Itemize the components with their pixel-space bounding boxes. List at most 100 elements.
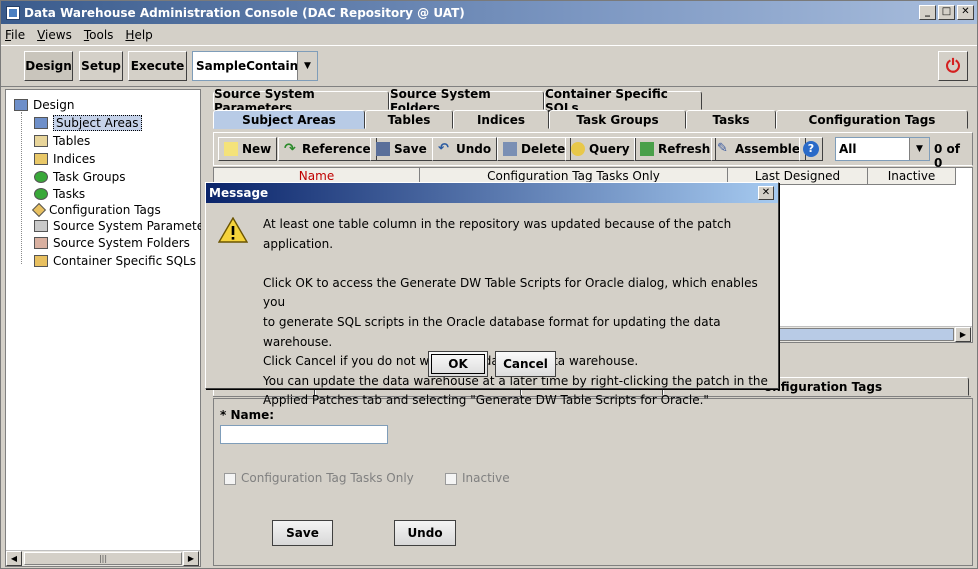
main-toolbar: Design Setup Execute SampleContainer ▼ ⏻ xyxy=(1,45,977,87)
menu-help[interactable]: Help xyxy=(125,28,152,42)
column-header-inactive[interactable]: Inactive xyxy=(868,168,956,185)
checkbox-icon xyxy=(445,472,457,485)
delete-button[interactable]: Delete xyxy=(497,137,572,161)
tree-item-source-system-parameters[interactable]: Source System Parameters xyxy=(34,217,215,234)
disk-icon xyxy=(376,142,390,156)
tab-task-groups[interactable]: Task Groups xyxy=(549,110,686,129)
scroll-right-icon[interactable]: ▶ xyxy=(183,551,199,566)
message-line xyxy=(263,254,773,274)
menu-file[interactable]: File xyxy=(5,28,25,42)
tag-icon xyxy=(31,202,47,217)
grid-horizontal-scrollbar[interactable]: ▶ xyxy=(774,326,972,342)
tab-tables[interactable]: Tables xyxy=(365,110,453,129)
dialog-title: Message xyxy=(206,183,778,203)
tree-item-task-groups[interactable]: Task Groups xyxy=(34,168,126,185)
menu-bar: File Views Tools Help xyxy=(1,24,977,45)
tab-row-top: Source System Parameters Source System F… xyxy=(213,87,702,115)
tree-item-indices[interactable]: Indices xyxy=(34,150,95,167)
dialog-message: At least one table column in the reposit… xyxy=(263,215,773,411)
wrench-icon: ✎ xyxy=(717,141,728,156)
tree-root[interactable]: Design xyxy=(14,96,74,113)
close-button[interactable]: ✕ xyxy=(957,5,974,20)
tree-item-subject-areas[interactable]: Subject Areas xyxy=(34,114,142,131)
refresh-button[interactable]: Refresh xyxy=(634,137,717,161)
table-icon xyxy=(34,134,48,147)
chevron-down-icon[interactable]: ▼ xyxy=(297,52,317,80)
scroll-thumb[interactable]: ||| xyxy=(24,552,182,565)
scroll-thumb[interactable] xyxy=(774,328,954,341)
scroll-left-icon[interactable]: ◀ xyxy=(6,551,22,566)
message-dialog: Message ✕ At least one table column in t… xyxy=(205,182,779,407)
tree-horizontal-scrollbar[interactable]: ◀ ||| ▶ xyxy=(6,550,200,566)
help-icon: ? xyxy=(803,141,819,157)
folder-icon xyxy=(34,236,48,249)
message-line: to generate SQL scripts in the Oracle da… xyxy=(263,314,721,349)
gear-icon xyxy=(34,170,48,183)
gear-icon xyxy=(34,187,48,200)
maximize-button[interactable]: □ xyxy=(938,5,955,20)
tab-subject-areas[interactable]: Subject Areas xyxy=(213,110,365,129)
app-icon xyxy=(6,5,20,20)
window-title: Data Warehouse Administration Console (D… xyxy=(24,5,465,20)
warning-icon xyxy=(218,217,248,243)
setup-button[interactable]: Setup xyxy=(79,51,123,81)
undo-icon: ↶ xyxy=(438,141,449,156)
grid-icon xyxy=(14,98,28,111)
tab-configuration-tags[interactable]: Configuration Tags xyxy=(776,110,968,129)
detail-form: * Name: Configuration Tag Tasks Only Ina… xyxy=(213,398,973,566)
tab-indices[interactable]: Indices xyxy=(453,110,549,129)
checkbox-icon xyxy=(224,472,236,485)
tree-item-configuration-tags[interactable]: Configuration Tags xyxy=(31,201,161,218)
detail-save-button[interactable]: Save xyxy=(272,520,333,546)
trash-icon xyxy=(503,142,517,156)
filter-value: All xyxy=(839,142,857,156)
sql-icon xyxy=(34,254,48,267)
save-toolbar-button[interactable]: Save xyxy=(370,137,433,161)
tree-item-source-system-folders[interactable]: Source System Folders xyxy=(34,234,190,251)
dialog-close-button[interactable]: ✕ xyxy=(758,186,774,200)
tree-item-container-specific-sqls[interactable]: Container Specific SQLs xyxy=(34,252,196,269)
chevron-down-icon[interactable]: ▼ xyxy=(909,138,929,160)
new-icon xyxy=(224,142,238,156)
container-select[interactable]: SampleContainer ▼ xyxy=(192,51,318,81)
name-input[interactable] xyxy=(220,425,388,444)
index-icon xyxy=(34,152,48,165)
cancel-button[interactable]: Cancel xyxy=(495,351,556,377)
menu-views[interactable]: Views xyxy=(37,28,72,42)
query-button[interactable]: Query xyxy=(565,137,636,161)
tab-source-system-folders[interactable]: Source System Folders xyxy=(389,87,544,115)
reference-button[interactable]: ↷ Reference xyxy=(278,137,377,161)
assemble-button[interactable]: ✎ Assemble xyxy=(711,137,807,161)
container-value: SampleContainer xyxy=(196,59,313,73)
config-only-checkbox[interactable]: Configuration Tag Tasks Only xyxy=(224,471,414,485)
new-button[interactable]: New xyxy=(218,137,278,161)
title-bar: Data Warehouse Administration Console (D… xyxy=(1,1,977,24)
refresh-icon xyxy=(640,142,654,156)
message-line: Applied Patches tab and selecting "Gener… xyxy=(263,393,709,408)
filter-select[interactable]: All ▼ xyxy=(835,137,930,161)
menu-tools[interactable]: Tools xyxy=(84,28,114,42)
design-button[interactable]: Design xyxy=(24,51,73,81)
help-button[interactable]: ? xyxy=(799,137,823,161)
message-line: At least one table column in the reposit… xyxy=(263,217,732,251)
detail-undo-button[interactable]: Undo xyxy=(394,520,456,546)
minimize-button[interactable]: _ xyxy=(919,5,936,20)
tab-tasks[interactable]: Tasks xyxy=(686,110,776,129)
design-tree: Design Subject Areas Tables Indices Task… xyxy=(5,89,215,567)
main-window: Data Warehouse Administration Console (D… xyxy=(0,0,978,569)
tree-item-tables[interactable]: Tables xyxy=(34,132,90,149)
tab-container-specific-sqls[interactable]: Container Specific SQLs xyxy=(544,87,702,115)
ok-button[interactable]: OK xyxy=(428,351,488,377)
execute-button[interactable]: Execute xyxy=(128,51,187,81)
record-count: 0 of 0 xyxy=(934,142,960,170)
scroll-right-icon[interactable]: ▶ xyxy=(955,327,971,342)
parameters-icon xyxy=(34,219,48,232)
tab-source-system-parameters[interactable]: Source System Parameters xyxy=(213,87,389,115)
action-toolbar: New ↷ Reference Save ↶ Undo Delete Query R… xyxy=(213,132,973,170)
inactive-checkbox[interactable]: Inactive xyxy=(445,471,510,485)
undo-toolbar-button[interactable]: ↶ Undo xyxy=(432,137,498,161)
tree-item-tasks[interactable]: Tasks xyxy=(34,185,85,202)
plug-icon[interactable]: ⏻ xyxy=(938,51,968,81)
magnifier-icon xyxy=(571,142,585,156)
table-icon xyxy=(34,116,48,129)
